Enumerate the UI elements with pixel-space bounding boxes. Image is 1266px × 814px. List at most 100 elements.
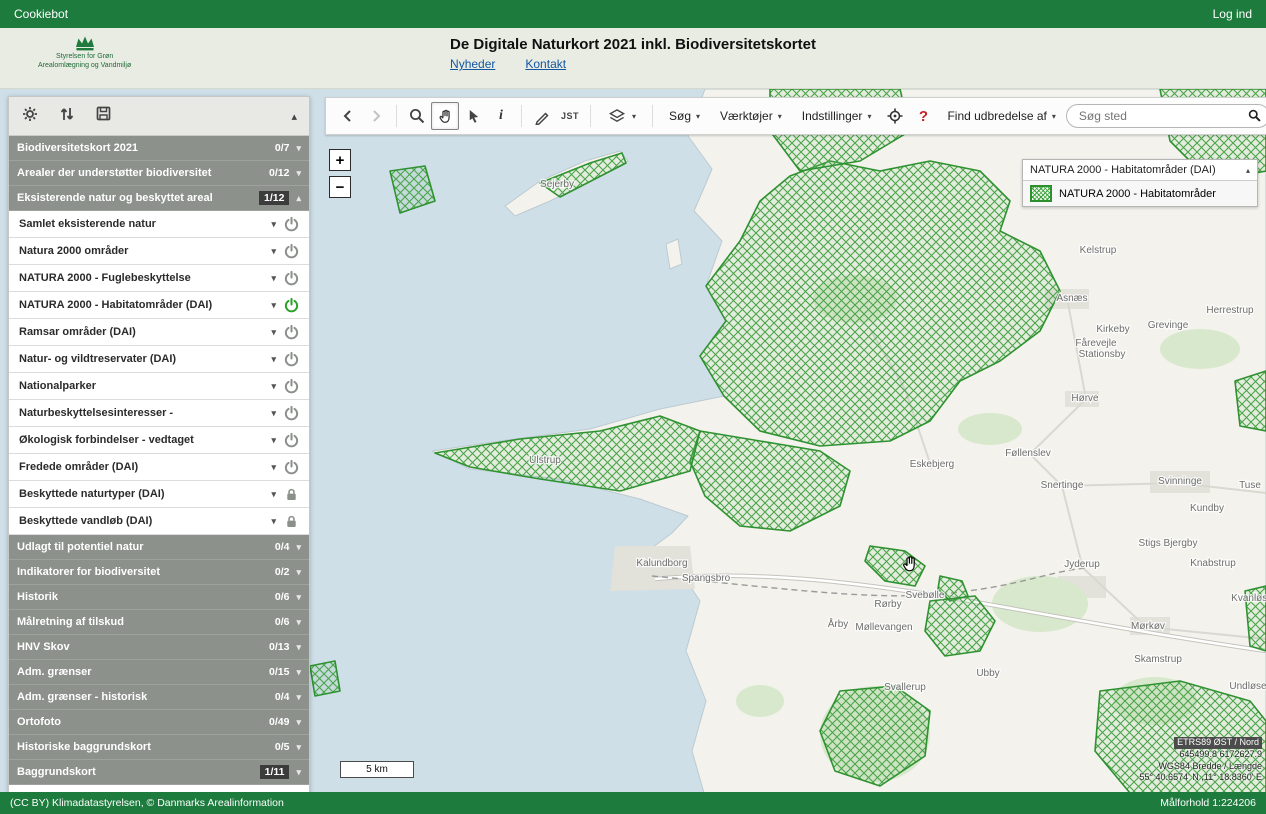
zoom-tool-button[interactable]: [403, 102, 431, 130]
sidebar-group-arealer-der-understøtter-biodiversitet[interactable]: Arealer der understøtter biodiversitet0/…: [9, 161, 309, 186]
settings-gear-button[interactable]: [21, 105, 39, 128]
power-toggle[interactable]: [281, 378, 301, 395]
chevron-down-icon[interactable]: ▾: [266, 327, 281, 338]
chevron-down-icon[interactable]: ▾: [296, 642, 301, 653]
zoom-out-button[interactable]: −: [329, 176, 351, 198]
find-udbredelse-menu[interactable]: Find udbredelse af ▾: [937, 103, 1065, 129]
power-toggle[interactable]: [281, 216, 301, 233]
collapse-panel-button[interactable]: ▴: [291, 110, 297, 123]
svg-text:Snertinge: Snertinge: [1041, 480, 1084, 491]
chevron-down-icon[interactable]: ▾: [266, 516, 281, 527]
sidebar-layer-natura-2000-områder[interactable]: Natura 2000 områder▾: [9, 238, 309, 265]
chevron-down-icon[interactable]: ▾: [266, 408, 281, 419]
forward-button[interactable]: [362, 102, 390, 130]
power-toggle[interactable]: [281, 432, 301, 449]
power-toggle[interactable]: [281, 459, 301, 476]
chevron-down-icon[interactable]: ▾: [296, 542, 301, 553]
legend-header[interactable]: NATURA 2000 - Habitatområder (DAI) ▴: [1023, 160, 1257, 181]
sidebar-footer: [9, 785, 309, 792]
chevron-down-icon[interactable]: ▾: [296, 592, 301, 603]
power-toggle[interactable]: [281, 243, 301, 260]
sidebar-layer-nationalparker[interactable]: Nationalparker▾: [9, 373, 309, 400]
sidebar-layer-beskyttede-naturtyper-dai[interactable]: Beskyttede naturtyper (DAI)▾: [9, 481, 309, 508]
sidebar-group-baggrundskort[interactable]: Baggrundskort1/11▾: [9, 760, 309, 785]
login-link[interactable]: Log ind: [1213, 7, 1252, 21]
menu-vaerktojer[interactable]: Værktøjer ▾: [710, 103, 792, 129]
layer-label: Natur- og vildtreservater (DAI): [19, 353, 176, 365]
chevron-down-icon[interactable]: ▾: [266, 246, 281, 257]
chevron-down-icon[interactable]: ▾: [296, 143, 301, 154]
chevron-down-icon[interactable]: ▾: [296, 742, 301, 753]
group-count-badge: 1/11: [260, 765, 290, 779]
help-button[interactable]: ?: [909, 102, 937, 130]
svg-text:Mørkøv: Mørkøv: [1131, 621, 1165, 632]
back-button[interactable]: [334, 102, 362, 130]
power-toggle[interactable]: [281, 351, 301, 368]
locate-button[interactable]: [881, 102, 909, 130]
sidebar-layer-naturbeskyttelsesinteresser[interactable]: Naturbeskyttelsesinteresser -▾: [9, 400, 309, 427]
chevron-up-icon[interactable]: ▴: [296, 193, 301, 204]
sidebar-layer-fredede-områder-dai[interactable]: Fredede områder (DAI)▾: [9, 454, 309, 481]
power-toggle[interactable]: [281, 270, 301, 287]
chevron-down-icon[interactable]: ▾: [266, 300, 281, 311]
chevron-down-icon[interactable]: ▾: [266, 354, 281, 365]
chevron-down-icon[interactable]: ▾: [296, 767, 301, 778]
sidebar-group-hnv-skov[interactable]: HNV Skov0/13▾: [9, 635, 309, 660]
save-view-button[interactable]: [95, 105, 112, 127]
identify-tool-button[interactable]: [459, 102, 487, 130]
sidebar-layer-natura-2000-habitatområder-dai[interactable]: NATURA 2000 - Habitatområder (DAI)▾: [9, 292, 309, 319]
chevron-down-icon[interactable]: ▾: [266, 462, 281, 473]
chevron-down-icon[interactable]: ▾: [296, 617, 301, 628]
sort-layers-button[interactable]: [59, 105, 75, 128]
basemap-selector[interactable]: ▾: [597, 103, 646, 129]
power-toggle[interactable]: [281, 405, 301, 422]
coordinates-tool-button[interactable]: JST: [556, 102, 584, 130]
chevron-down-icon[interactable]: ▾: [296, 717, 301, 728]
zoom-controls: + −: [329, 149, 351, 198]
sidebar-layer-natura-2000-fuglebeskyttelse[interactable]: NATURA 2000 - Fuglebeskyttelse▾: [9, 265, 309, 292]
chevron-down-icon[interactable]: ▾: [296, 692, 301, 703]
sidebar-layer-samlet-eksisterende-natur[interactable]: Samlet eksisterende natur▾: [9, 211, 309, 238]
pan-tool-button[interactable]: [431, 102, 459, 130]
news-link[interactable]: Nyheder: [450, 57, 495, 71]
group-label: Arealer der understøtter biodiversitet: [17, 167, 211, 179]
sidebar-layer-ramsar-områder-dai[interactable]: Ramsar områder (DAI)▾: [9, 319, 309, 346]
layers-icon: [607, 108, 627, 125]
sidebar-group-målretning-af-tilskud[interactable]: Målretning af tilskud0/6▾: [9, 610, 309, 635]
sidebar-group-ortofoto[interactable]: Ortofoto0/49▾: [9, 710, 309, 735]
contact-link[interactable]: Kontakt: [525, 57, 566, 71]
menu-indstillinger[interactable]: Indstillinger ▾: [792, 103, 882, 129]
toolbar-separator: [590, 105, 591, 127]
chevron-down-icon[interactable]: ▾: [266, 381, 281, 392]
power-toggle[interactable]: [281, 324, 301, 341]
svg-text:Møllevangen: Møllevangen: [855, 622, 912, 633]
toolbar-separator: [521, 105, 522, 127]
sidebar-group-historiske-baggrundskort[interactable]: Historiske baggrundskort0/5▾: [9, 735, 309, 760]
sidebar-group-adm-grænser-historisk[interactable]: Adm. grænser - historisk0/4▾: [9, 685, 309, 710]
menu-sog[interactable]: Søg ▾: [659, 103, 710, 129]
info-tool-button[interactable]: i: [487, 102, 515, 130]
chevron-down-icon[interactable]: ▾: [296, 667, 301, 678]
search-icon[interactable]: [1247, 108, 1262, 128]
chevron-down-icon[interactable]: ▾: [296, 567, 301, 578]
chevron-down-icon[interactable]: ▾: [296, 168, 301, 179]
search-input[interactable]: [1066, 104, 1266, 128]
chevron-down-icon[interactable]: ▾: [266, 489, 281, 500]
sidebar-group-biodiversitetskort-2021[interactable]: Biodiversitetskort 20210/7▾: [9, 136, 309, 161]
agency-logo: Styrelsen for Grøn Arealomlægning og Van…: [38, 34, 131, 71]
sidebar-layer-natur-og-vildtreservater-dai[interactable]: Natur- og vildtreservater (DAI) ▾: [9, 346, 309, 373]
zoom-in-button[interactable]: +: [329, 149, 351, 171]
chevron-down-icon[interactable]: ▾: [266, 435, 281, 446]
sidebar-group-udlagt-til-potentiel-natur[interactable]: Udlagt til potentiel natur0/4▾: [9, 535, 309, 560]
sidebar-layer-økologisk-forbindelser-vedtaget[interactable]: Økologisk forbindelser - vedtaget▾: [9, 427, 309, 454]
chevron-down-icon[interactable]: ▾: [266, 273, 281, 284]
sidebar-group-eksisterende-natur-og-beskyttet-areal[interactable]: Eksisterende natur og beskyttet areal1/1…: [9, 186, 309, 211]
sidebar-group-adm-grænser[interactable]: Adm. grænser0/15▾: [9, 660, 309, 685]
power-toggle[interactable]: [281, 297, 301, 314]
sidebar-group-indikatorer-for-biodiversitet[interactable]: Indikatorer for biodiversitet0/2▾: [9, 560, 309, 585]
measure-tool-button[interactable]: [528, 102, 556, 130]
sidebar-layer-beskyttede-vandløb-dai[interactable]: Beskyttede vandløb (DAI)▾: [9, 508, 309, 535]
cookiebot-link[interactable]: Cookiebot: [14, 7, 68, 21]
chevron-down-icon[interactable]: ▾: [266, 219, 281, 230]
sidebar-group-historik[interactable]: Historik0/6▾: [9, 585, 309, 610]
